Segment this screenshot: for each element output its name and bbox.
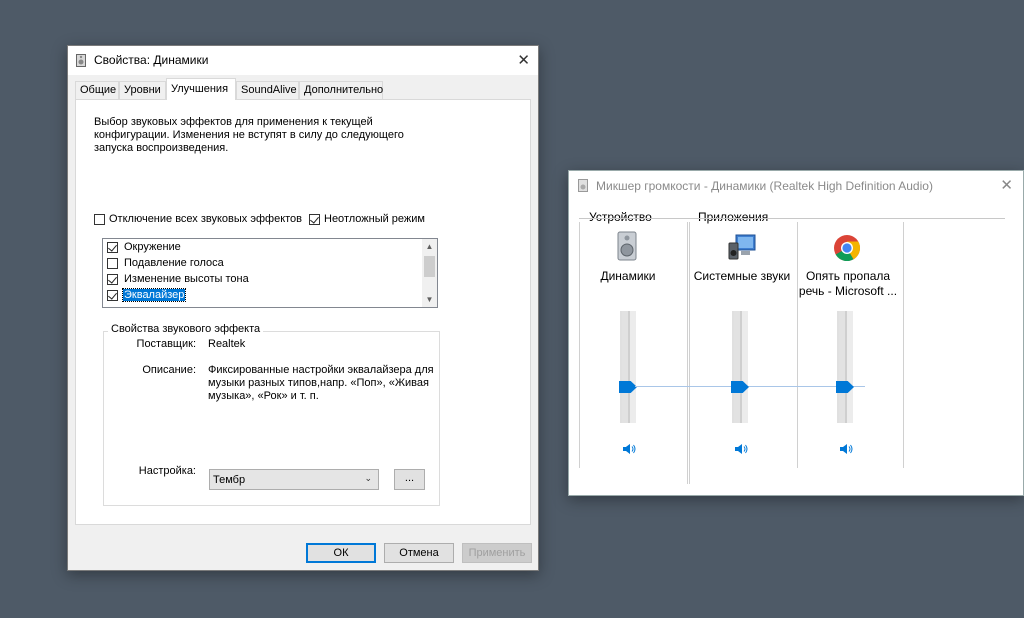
tab-soundalive[interactable]: SoundAlive — [236, 81, 299, 99]
effect-settings-button[interactable]: ... — [394, 469, 425, 490]
mute-speaker-icon[interactable] — [622, 443, 636, 455]
tab-levels[interactable]: Уровни — [119, 81, 166, 99]
device-section-label: Устройство — [589, 210, 652, 224]
list-item[interactable]: Окружение — [107, 241, 182, 256]
provider-label: Поставщик: — [136, 338, 196, 350]
list-item-label: Подавление голоса — [124, 257, 224, 270]
level-meter — [734, 311, 748, 423]
checkbox-label: Неотложный режим — [324, 213, 425, 226]
setting-label: Настройка: — [138, 465, 196, 477]
tab-advanced[interactable]: Дополнительно — [299, 81, 383, 99]
list-item-selected[interactable]: Эквалайзер — [107, 288, 187, 304]
apply-button[interactable]: Применить — [462, 543, 532, 563]
list-item[interactable]: Изменение высоты тона — [107, 273, 250, 288]
checkbox-box[interactable] — [107, 257, 118, 269]
checkbox-box[interactable] — [94, 213, 105, 225]
title-bar[interactable]: Свойства: Динамики ✕ — [68, 46, 538, 75]
scroll-thumb[interactable] — [424, 256, 435, 277]
close-icon[interactable]: ✕ — [1000, 176, 1013, 194]
description-value: Фиксированные настройки эквалайзера для … — [208, 364, 434, 402]
channel-name: Динамики — [600, 269, 656, 283]
divider — [689, 222, 690, 484]
window-title: Свойства: Динамики — [94, 53, 209, 67]
setting-value: Тембр — [213, 474, 246, 486]
chrome-icon — [834, 235, 861, 262]
slider-track — [837, 311, 839, 423]
list-item-label: Окружение — [124, 241, 181, 254]
page-description: Выбор звуковых эффектов для применения к… — [94, 116, 404, 154]
list-item[interactable]: Подавление голоса — [107, 257, 225, 272]
channel-name: Системные звуки — [693, 269, 791, 283]
divider — [579, 222, 580, 468]
mute-speaker-icon[interactable] — [734, 443, 748, 455]
slider-track — [732, 311, 734, 423]
mute-speaker-icon[interactable] — [839, 443, 853, 455]
immediate-mode-checkbox[interactable]: Неотложный режим — [309, 213, 425, 225]
enhancements-page: Выбор звуковых эффектов для применения к… — [75, 99, 531, 525]
divider — [579, 218, 689, 219]
level-meter — [839, 311, 853, 423]
speaker-icon — [578, 179, 588, 192]
divider — [797, 222, 798, 468]
list-scrollbar[interactable]: ▲ ▼ — [422, 239, 437, 307]
speaker-icon — [76, 54, 86, 67]
group-title: Свойства звукового эффекта — [108, 323, 264, 335]
channel-name: Опять пропала речь - Microsoft ... — [798, 269, 898, 298]
list-item-label: Изменение высоты тона — [124, 273, 249, 286]
volume-mixer-window: Микшер громкости - Динамики (Realtek Hig… — [568, 170, 1024, 496]
tab-general[interactable]: Общие — [75, 81, 119, 99]
close-icon[interactable]: ✕ — [517, 51, 530, 69]
system-sounds-icon — [728, 234, 756, 260]
tab-enhancements[interactable]: Улучшения — [166, 78, 236, 100]
checkbox-box[interactable] — [107, 273, 118, 285]
divider — [903, 222, 904, 468]
level-meter — [622, 311, 636, 423]
checkbox-box[interactable] — [107, 241, 118, 253]
chevron-down-icon[interactable]: ⌄ — [364, 473, 372, 484]
checkbox-box[interactable] — [309, 213, 320, 225]
divider — [687, 222, 688, 484]
disable-all-effects-checkbox[interactable]: Отключение всех звуковых эффектов — [94, 213, 302, 225]
checkbox-label: Отключение всех звуковых эффектов — [109, 213, 302, 226]
setting-select[interactable]: Тембр ⌄ — [209, 469, 379, 490]
scroll-up-icon[interactable]: ▲ — [422, 239, 437, 254]
volume-link-line — [635, 386, 865, 387]
speaker-device-icon — [617, 231, 637, 261]
speaker-properties-dialog: Свойства: Динамики ✕ Общие Уровни Улучше… — [67, 45, 539, 571]
window-title: Микшер громкости - Динамики (Realtek Hig… — [596, 179, 933, 193]
slider-track — [620, 311, 622, 423]
ok-button[interactable]: ОК — [306, 543, 376, 563]
checkbox-box[interactable] — [107, 289, 118, 301]
cancel-button[interactable]: Отмена — [384, 543, 454, 563]
scroll-down-icon[interactable]: ▼ — [422, 292, 437, 307]
effects-list[interactable]: Окружение Подавление голоса Изменение вы… — [102, 238, 438, 308]
provider-value: Realtek — [208, 338, 246, 350]
apps-section-label: Приложения — [698, 210, 769, 224]
divider — [689, 218, 1005, 219]
description-label: Описание: — [142, 364, 196, 376]
list-item-label: Эквалайзер — [121, 288, 187, 303]
